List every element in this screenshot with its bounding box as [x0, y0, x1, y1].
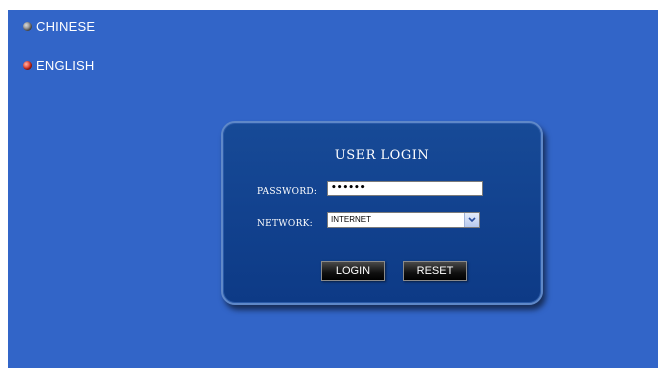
password-label: PASSWORD:: [257, 187, 318, 197]
login-screen: CHINESE ENGLISH USER LOGIN PASSWORD: •••…: [8, 10, 658, 368]
login-button[interactable]: LOGIN: [321, 261, 385, 281]
language-option-english[interactable]: ENGLISH: [23, 58, 94, 73]
network-label: NETWORK:: [257, 219, 314, 229]
login-panel: USER LOGIN PASSWORD: •••••• NETWORK: INT…: [221, 121, 543, 305]
network-select-value: INTERNET: [331, 215, 371, 224]
password-input[interactable]: ••••••: [327, 181, 483, 196]
language-label-english[interactable]: ENGLISH: [36, 58, 94, 73]
reset-button[interactable]: RESET: [403, 261, 467, 281]
chevron-down-icon[interactable]: [464, 213, 479, 227]
language-label-chinese[interactable]: CHINESE: [36, 19, 95, 34]
panel-title: USER LOGIN: [334, 148, 430, 163]
red-dot-icon: [23, 61, 32, 70]
network-select[interactable]: INTERNET: [327, 212, 480, 228]
language-option-chinese[interactable]: CHINESE: [23, 19, 95, 34]
grey-dot-icon: [23, 22, 32, 31]
